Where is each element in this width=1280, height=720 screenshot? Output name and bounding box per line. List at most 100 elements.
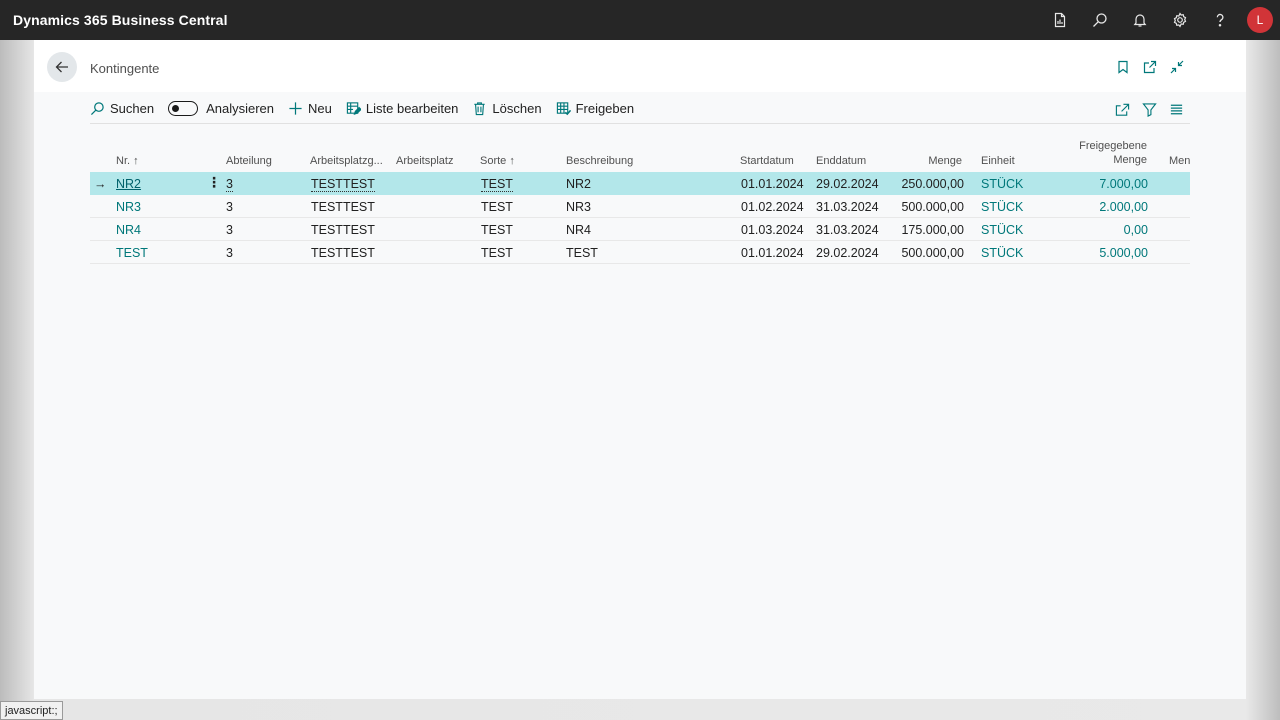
column-freigegebene-line1: Freigegebene [1079,140,1147,152]
cell-menge[interactable]: 500.000,00 [901,200,964,214]
cell-menge[interactable]: 250.000,00 [901,177,964,191]
bookmark-icon[interactable] [1109,58,1136,76]
cell-beschreibung[interactable]: NR2 [566,177,591,191]
cell-startdatum[interactable]: 01.01.2024 [741,246,804,260]
cell-sorte[interactable]: TEST [481,177,513,192]
list-view-icon[interactable] [1163,102,1190,117]
cell-nr[interactable]: NR4 [116,223,141,237]
column-header-sorte[interactable]: Sorte ↑ [480,155,515,167]
cell-abteilung[interactable]: 3 [226,177,233,192]
column-header-abteilung[interactable]: Abteilung [226,155,272,167]
cell-beschreibung[interactable]: TEST [566,246,598,260]
cell-einheit[interactable]: STÜCK [981,177,1023,191]
cell-menge[interactable]: 500.000,00 [901,246,964,260]
action-bar: Suchen Analysieren Neu Liste bearbeiten … [90,94,1190,124]
top-icons: L [1040,0,1280,40]
cell-beschreibung[interactable]: NR4 [566,223,591,237]
app-title[interactable]: Dynamics 365 Business Central [13,12,228,28]
edit-list-label: Liste bearbeiten [365,101,459,116]
report-icon[interactable] [1040,0,1080,40]
column-header-enddatum[interactable]: Enddatum [816,155,866,167]
search-label: Suchen [110,101,155,116]
cell-abteilung[interactable]: 3 [226,223,233,237]
cell-startdatum[interactable]: 01.01.2024 [741,177,804,191]
cell-startdatum[interactable]: 01.03.2024 [741,223,804,237]
cell-einheit[interactable]: STÜCK [981,223,1023,237]
share-icon[interactable] [1109,102,1136,117]
analyze-label: Analysieren [206,101,275,116]
collapse-icon[interactable] [1163,58,1190,76]
cell-enddatum[interactable]: 31.03.2024 [816,223,879,237]
column-nr-label: Nr. [116,155,131,167]
column-header-menge-cut[interactable]: Meng [1169,155,1190,167]
cell-freigegebene-menge[interactable]: 2.000,00 [1099,200,1148,214]
cell-sorte[interactable]: TEST [481,246,513,260]
help-icon[interactable] [1200,0,1240,40]
analyze-toggle[interactable]: Analysieren [168,101,274,116]
filter-icon[interactable] [1136,102,1163,117]
cell-beschreibung[interactable]: NR3 [566,200,591,214]
cell-einheit[interactable]: STÜCK [981,200,1023,214]
column-header-beschreibung[interactable]: Beschreibung [566,155,633,167]
column-header-einheit[interactable]: Einheit [981,155,1015,167]
cell-nr[interactable]: NR3 [116,200,141,214]
cell-einheit[interactable]: STÜCK [981,246,1023,260]
edit-list-icon [346,102,361,116]
cell-menge[interactable]: 175.000,00 [901,223,964,237]
trash-icon [474,102,486,116]
grid-body: → NR2 ⋮ 3 TESTTEST TEST NR2 01.01.2024 2… [90,172,1190,264]
release-button[interactable]: Freigeben [556,101,634,116]
grid-header: Nr. ↑ Abteilung Arbeitsplatzg... Arbeits… [90,136,1190,172]
top-bar: Dynamics 365 Business Central L [0,0,1280,40]
cell-abteilung[interactable]: 3 [226,246,233,260]
sort-arrow-icon: ↑ [133,155,139,167]
cell-sorte[interactable]: TEST [481,223,513,237]
column-header-freigegebene-menge[interactable]: Freigegebene Menge [1079,139,1147,167]
cell-freigegebene-menge[interactable]: 7.000,00 [1099,177,1148,191]
cell-enddatum[interactable]: 31.03.2024 [816,200,879,214]
cell-arbeitsplatzgruppe[interactable]: TESTTEST [311,177,375,192]
cell-arbeitsplatzgruppe[interactable]: TESTTEST [311,223,375,237]
cell-startdatum[interactable]: 01.02.2024 [741,200,804,214]
column-header-arbeitsplatzgruppe[interactable]: Arbeitsplatzg... [310,155,383,167]
cell-enddatum[interactable]: 29.02.2024 [816,246,879,260]
search-icon[interactable] [1080,0,1120,40]
table-row[interactable]: TEST 3 TESTTEST TEST TEST 01.01.2024 29.… [90,241,1190,264]
table-row[interactable]: → NR2 ⋮ 3 TESTTEST TEST NR2 01.01.2024 2… [90,172,1190,195]
cell-abteilung[interactable]: 3 [226,200,233,214]
cell-arbeitsplatzgruppe[interactable]: TESTTEST [311,200,375,214]
bell-icon[interactable] [1120,0,1160,40]
new-label: Neu [308,101,332,116]
column-freigegebene-line2: Menge [1113,154,1147,166]
column-header-menge[interactable]: Menge [928,155,962,167]
toggle-switch[interactable] [168,101,199,116]
column-header-startdatum[interactable]: Startdatum [740,155,794,167]
page-container: Kontingente Suchen Analysieren Neu Liste… [34,40,1246,699]
edit-list-button[interactable]: Liste bearbeiten [346,101,459,116]
delete-button[interactable]: Löschen [472,101,542,116]
table-row[interactable]: NR3 3 TESTTEST TEST NR3 01.02.2024 31.03… [90,195,1190,218]
column-sorte-label: Sorte [480,155,507,167]
column-header-arbeitsplatz[interactable]: Arbeitsplatz [396,155,453,167]
avatar[interactable]: L [1247,7,1273,33]
row-menu-icon[interactable]: ⋮ [207,174,221,191]
cell-enddatum[interactable]: 29.02.2024 [816,177,879,191]
delete-label: Löschen [492,101,542,116]
cell-freigegebene-menge[interactable]: 0,00 [1124,223,1148,237]
table-row[interactable]: NR4 3 TESTTEST TEST NR4 01.03.2024 31.03… [90,218,1190,241]
cell-nr[interactable]: TEST [116,246,148,260]
cell-arbeitsplatzgruppe[interactable]: TESTTEST [311,246,375,260]
plus-icon [289,102,302,115]
status-bar: javascript:; [0,701,63,720]
new-button[interactable]: Neu [288,101,332,116]
row-indicator-arrow-icon: → [94,177,107,191]
cell-nr[interactable]: NR2 [116,177,141,191]
search-button[interactable]: Suchen [90,101,154,116]
column-header-nr[interactable]: Nr. ↑ [116,155,139,167]
gear-icon[interactable] [1160,0,1200,40]
back-button[interactable] [47,52,77,82]
cell-freigegebene-menge[interactable]: 5.000,00 [1099,246,1148,260]
header-icons [1109,58,1190,76]
open-new-window-icon[interactable] [1136,58,1163,76]
cell-sorte[interactable]: TEST [481,200,513,214]
